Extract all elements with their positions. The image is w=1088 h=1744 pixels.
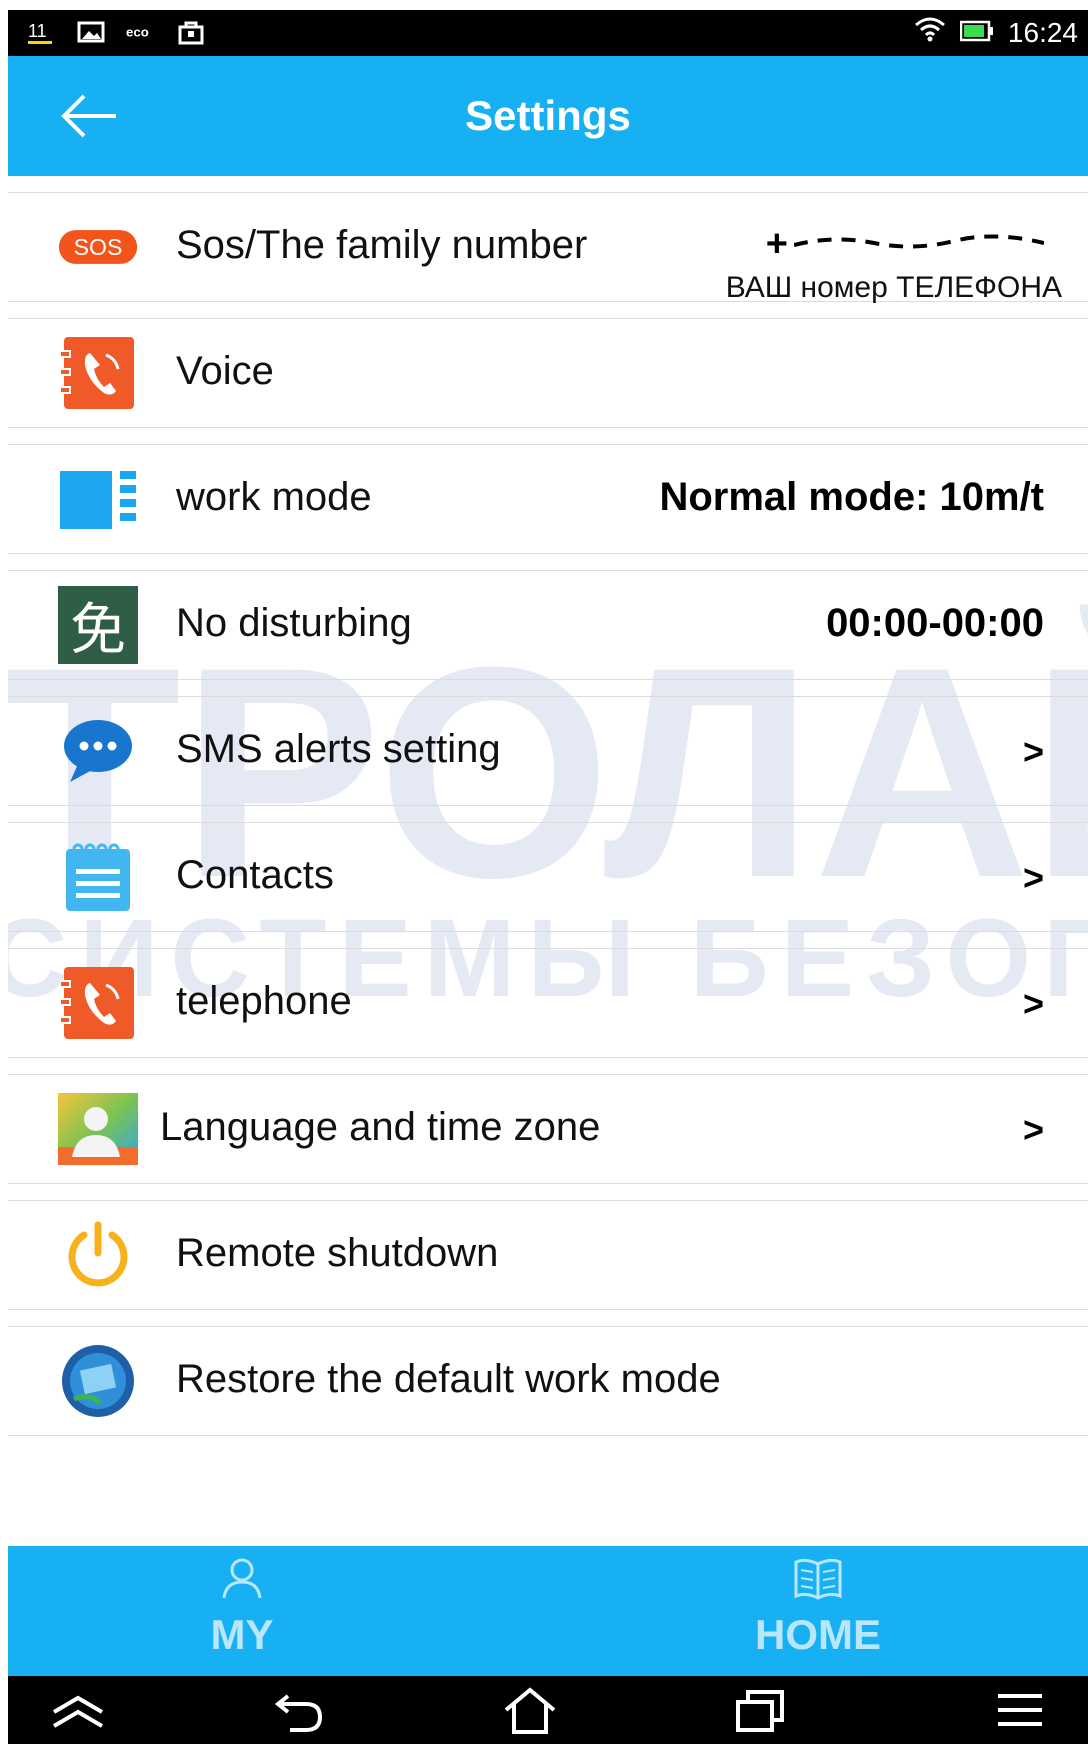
person-icon <box>222 1558 262 1599</box>
language-label: Language and time zone <box>160 1105 601 1149</box>
settings-row-contacts[interactable]: Contacts > <box>8 822 1088 932</box>
chat-bubble-icon <box>58 713 138 789</box>
system-home-button[interactable] <box>500 1686 560 1736</box>
phone-book-icon <box>58 965 138 1041</box>
no-disturbing-label: No disturbing <box>176 601 412 645</box>
chevron-right-icon: > <box>1022 983 1044 1024</box>
telephone-label: telephone <box>176 979 352 1023</box>
sms-alerts-label: SMS alerts setting <box>176 727 501 771</box>
settings-list: ТРОЛАЙ СИСТЕМЫ БЕЗОПАСНОСТИ SOS Sos/The … <box>8 176 1088 1546</box>
phone-screen: 11 eco 16:24 Settings ТРОЛА СИСТЕМЫ БЕЗО… <box>8 10 1088 1744</box>
settings-row-language[interactable]: Language and time zone > <box>8 1074 1088 1184</box>
contacts-label: Contacts <box>176 853 334 897</box>
settings-row-work-mode[interactable]: work mode Normal mode: 10m/t <box>8 444 1088 554</box>
chevron-up-icon <box>52 1695 104 1728</box>
work-mode-value: Normal mode: 10m/t <box>659 475 1044 519</box>
chevron-right-icon: > <box>1022 857 1044 898</box>
nav-home-label: HOME <box>755 1611 881 1658</box>
bag-icon <box>176 18 206 46</box>
image-icon <box>76 18 106 46</box>
settings-row-no-disturbing[interactable]: 免 No disturbing 00:00-00:00 <box>8 570 1088 680</box>
recent-apps-icon <box>736 1690 784 1732</box>
status-time: 16:24 <box>1007 16 1078 48</box>
no-disturbing-value: 00:00-00:00 <box>826 601 1044 645</box>
sos-label: Sos/The family number <box>176 223 588 267</box>
restore-globe-icon <box>58 1343 138 1419</box>
svg-text:eco: eco <box>126 24 149 39</box>
nav-my-label: MY <box>210 1611 274 1658</box>
user-card-icon <box>58 1091 138 1167</box>
remote-shutdown-label: Remote shutdown <box>176 1231 499 1275</box>
battery-icon <box>959 17 994 49</box>
chevron-right-icon: > <box>1022 731 1044 772</box>
phone-book-icon <box>58 335 138 411</box>
home-icon <box>504 1687 556 1734</box>
sos-phone-note: ВАШ номер ТЕЛЕФОНА <box>725 271 1062 304</box>
nav-tab-home[interactable]: HOME <box>668 1556 968 1659</box>
settings-row-voice[interactable]: Voice <box>8 318 1088 428</box>
app-bar: Settings <box>8 56 1088 176</box>
phone-redaction-mark <box>794 234 1044 249</box>
eco-icon: eco <box>126 18 156 46</box>
restore-label: Restore the default work mode <box>176 1357 721 1401</box>
settings-row-telephone[interactable]: telephone > <box>8 948 1088 1058</box>
sos-phone-value: + <box>765 223 788 265</box>
back-icon <box>274 1694 323 1732</box>
wifi-icon <box>914 16 946 49</box>
settings-row-remote-shutdown[interactable]: Remote shutdown <box>8 1200 1088 1310</box>
bottom-nav: MY HOME <box>8 1546 1088 1676</box>
page-title: Settings <box>465 92 631 139</box>
sos-icon: SOS <box>58 209 138 285</box>
no-disturb-icon: 免 <box>58 586 138 664</box>
nav-tab-my[interactable]: MY <box>92 1556 392 1659</box>
svg-text:11: 11 <box>28 21 47 41</box>
system-nav-bar <box>8 1676 1088 1744</box>
menu-button[interactable] <box>990 1686 1050 1736</box>
book-icon <box>794 1558 842 1600</box>
settings-row-sos[interactable]: SOS Sos/The family number + ВАШ номер ТЕ… <box>8 192 1088 304</box>
chevron-right-icon: > <box>1022 1109 1044 1150</box>
notepad-icon <box>58 839 138 915</box>
hide-bar-button[interactable] <box>48 1686 108 1736</box>
system-back-button[interactable] <box>270 1686 330 1736</box>
settings-row-sms-alerts[interactable]: SMS alerts setting > <box>8 696 1088 806</box>
work-mode-label: work mode <box>176 475 372 519</box>
recent-apps-button[interactable] <box>730 1686 790 1736</box>
menu-icon <box>998 1694 1042 1726</box>
work-mode-icon <box>58 461 138 537</box>
settings-row-restore[interactable]: Restore the default work mode <box>8 1326 1088 1436</box>
no-disturb-glyph: 免 <box>58 586 138 664</box>
voice-label: Voice <box>176 349 274 393</box>
sos-badge-text: SOS <box>74 234 123 260</box>
status-bar: 11 eco 16:24 <box>8 10 1088 56</box>
sim-icon: 11 <box>26 18 56 46</box>
power-icon <box>58 1217 138 1293</box>
